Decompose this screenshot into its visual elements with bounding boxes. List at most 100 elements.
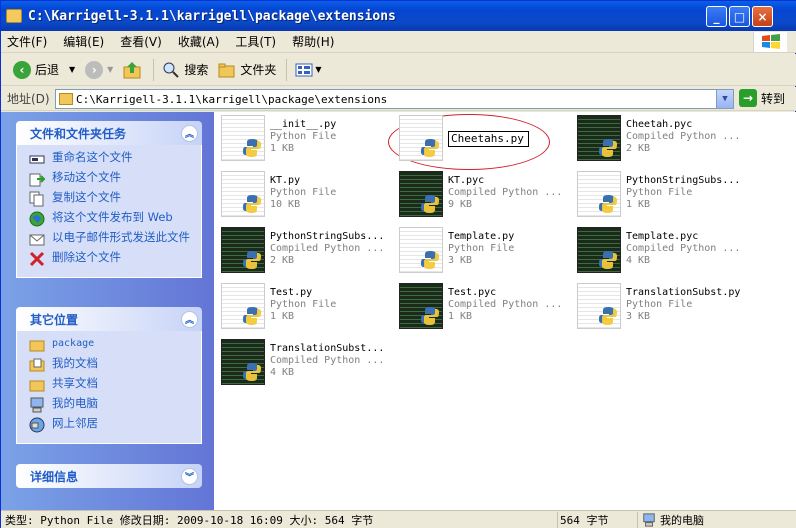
- file-info: PythonStringSubs... Python File 1 KB: [626, 175, 740, 223]
- menu-file[interactable]: 文件(F): [7, 33, 47, 50]
- task-pane: 文件和文件夹任务 ︽ 重命名这个文件 移动这个文件 复制这个文件 将这个文件发布…: [1, 112, 214, 510]
- go-arrow-icon: →: [739, 89, 757, 107]
- file-item[interactable]: KT.py Python File 10 KB: [221, 171, 396, 223]
- file-name: PythonStringSubs...: [270, 231, 385, 242]
- expand-icon[interactable]: ︾: [181, 467, 198, 485]
- compiled-python-file-icon: [577, 227, 621, 273]
- task-move[interactable]: 移动这个文件: [29, 171, 195, 187]
- collapse-icon[interactable]: ︽: [181, 124, 198, 142]
- folder-icon: [6, 9, 22, 23]
- search-label: 搜索: [184, 63, 209, 77]
- file-item[interactable]: Test.py Python File 1 KB: [221, 283, 396, 335]
- place-shared-documents[interactable]: 共享文档: [29, 377, 195, 393]
- file-size: 4 KB: [626, 255, 651, 266]
- up-folder-button[interactable]: [119, 57, 147, 83]
- details-panel: 详细信息 ︾: [16, 464, 202, 488]
- maximize-button[interactable]: □: [729, 6, 750, 27]
- task-publish-web[interactable]: 将这个文件发布到 Web: [29, 211, 195, 227]
- menu-favorites[interactable]: 收藏(A): [178, 33, 220, 50]
- task-copy[interactable]: 复制这个文件: [29, 191, 195, 207]
- menu-bar: 文件(F) 编辑(E) 查看(V) 收藏(A) 工具(T) 帮助(H): [1, 31, 796, 53]
- back-dropdown-icon[interactable]: ▼: [69, 65, 75, 74]
- network-icon: [29, 417, 45, 433]
- file-item[interactable]: __init__.py Python File 1 KB: [221, 115, 396, 167]
- place-my-documents[interactable]: 我的文档: [29, 357, 195, 373]
- file-size: 10 KB: [270, 199, 301, 210]
- back-arrow-icon: ‹: [13, 60, 31, 79]
- folders-label: 文件夹: [240, 63, 277, 77]
- up-folder-icon: [123, 61, 141, 78]
- file-item[interactable]: Template.py Python File 3 KB: [399, 227, 574, 279]
- search-button[interactable]: 搜索: [158, 57, 212, 83]
- folders-button[interactable]: 文件夹: [214, 57, 280, 83]
- place-network[interactable]: 网上邻居: [29, 417, 195, 433]
- file-type: Python File: [626, 299, 693, 310]
- file-type: Python File: [626, 187, 693, 198]
- file-type: Compiled Python ...: [270, 243, 385, 254]
- file-name: TranslationSubst...: [270, 343, 385, 354]
- minimize-button[interactable]: _: [706, 6, 727, 27]
- folder-icon: [29, 340, 45, 352]
- places-panel-header[interactable]: 其它位置 ︽: [16, 307, 202, 331]
- task-delete[interactable]: 删除这个文件: [29, 251, 195, 267]
- file-item[interactable]: PythonStringSubs... Compiled Python ... 2 …: [221, 227, 396, 279]
- file-name: Test.py: [270, 287, 313, 298]
- go-button[interactable]: → 转到: [739, 89, 785, 107]
- folder-icon: [59, 93, 73, 105]
- computer-icon: [643, 513, 655, 527]
- address-input[interactable]: C:\Karrigell-3.1.1\karrigell\package\ext…: [55, 89, 734, 109]
- views-button[interactable]: ▼: [291, 57, 325, 83]
- file-item[interactable]: KT.pyc Compiled Python ... 9 KB: [399, 171, 574, 223]
- menu-help[interactable]: 帮助(H): [292, 33, 334, 50]
- file-name: KT.pyc: [448, 175, 485, 186]
- place-my-computer[interactable]: 我的电脑: [29, 397, 195, 413]
- move-icon: [29, 173, 45, 187]
- details-panel-header[interactable]: 详细信息 ︾: [16, 464, 202, 488]
- python-file-icon: [399, 227, 443, 273]
- file-info: TranslationSubst.py Python File 3 KB: [626, 287, 740, 335]
- status-info: 类型: Python File 修改日期: 2009-10-18 16:09 大…: [5, 514, 374, 527]
- details-panel-title: 详细信息: [30, 469, 79, 484]
- file-item[interactable]: Template.pyc Compiled Python ... 4 KB: [577, 227, 752, 279]
- file-info: Cheetahs.py: [448, 119, 529, 167]
- forward-button[interactable]: › ▼: [81, 57, 117, 83]
- compiled-python-file-icon: [577, 115, 621, 161]
- python-file-icon: [577, 171, 621, 217]
- status-location: 我的电脑: [637, 512, 704, 528]
- task-label: 以电子邮件形式发送此文件: [52, 230, 190, 244]
- file-type: Compiled Python ...: [448, 299, 563, 310]
- title-bar[interactable]: C:\Karrigell-3.1.1\karrigell\package\ext…: [1, 1, 796, 31]
- tasks-panel-header[interactable]: 文件和文件夹任务 ︽: [16, 121, 202, 145]
- python-file-icon: [577, 283, 621, 329]
- collapse-icon[interactable]: ︽: [181, 310, 198, 328]
- file-item[interactable]: Cheetah.pyc Compiled Python ... 2 KB: [577, 115, 752, 167]
- folders-icon: [218, 63, 235, 77]
- task-email[interactable]: 以电子邮件形式发送此文件: [29, 231, 195, 247]
- file-item[interactable]: TranslationSubst... Compiled Python ... 4 …: [221, 339, 396, 391]
- back-button[interactable]: ‹ 后退 ▼: [9, 57, 79, 83]
- compiled-python-file-icon: [221, 227, 265, 273]
- menu-edit[interactable]: 编辑(E): [63, 33, 104, 50]
- file-item[interactable]: Cheetahs.py: [399, 115, 574, 167]
- tasks-panel: 文件和文件夹任务 ︽ 重命名这个文件 移动这个文件 复制这个文件 将这个文件发布…: [16, 121, 202, 278]
- file-item[interactable]: TranslationSubst.py Python File 3 KB: [577, 283, 752, 335]
- place-label: 我的文档: [52, 356, 98, 370]
- forward-dropdown-icon[interactable]: ▼: [107, 65, 113, 74]
- menu-tools[interactable]: 工具(T): [235, 33, 276, 50]
- file-item[interactable]: Test.pyc Compiled Python ... 1 KB: [399, 283, 574, 335]
- file-size: 4 KB: [270, 367, 295, 378]
- places-panel-title: 其它位置: [30, 312, 79, 327]
- file-info: PythonStringSubs... Compiled Python ... 2 …: [270, 231, 384, 279]
- place-package[interactable]: package: [29, 337, 195, 353]
- python-file-icon: [221, 115, 265, 161]
- file-size: 1 KB: [270, 311, 295, 322]
- my-documents-icon: [29, 358, 45, 372]
- rename-input[interactable]: Cheetahs.py: [448, 131, 529, 147]
- close-button[interactable]: ×: [752, 6, 773, 27]
- file-item[interactable]: PythonStringSubs... Python File 1 KB: [577, 171, 752, 223]
- file-view[interactable]: __init__.py Python File 1 KB Cheetahs.py Che…: [214, 112, 796, 510]
- address-dropdown-button[interactable]: ▼: [716, 90, 733, 108]
- menu-view[interactable]: 查看(V): [120, 33, 162, 50]
- task-rename[interactable]: 重命名这个文件: [29, 151, 195, 167]
- file-name: Cheetah.pyc: [626, 119, 693, 130]
